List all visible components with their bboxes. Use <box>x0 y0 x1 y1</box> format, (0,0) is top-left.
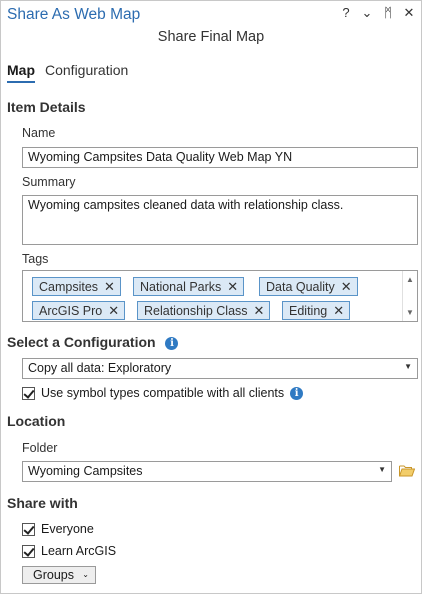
everyone-checkbox[interactable] <box>22 522 35 536</box>
pane-titlebar: Share As Web Map ? ⌄ ᛗ ✕ <box>1 1 421 29</box>
options-chevron-icon[interactable]: ⌄ <box>361 5 373 21</box>
configuration-value: Copy all data: Exploratory <box>28 361 172 375</box>
folder-icon[interactable] <box>399 464 415 477</box>
folder-dropdown[interactable]: Wyoming Campsites ▼ <box>22 461 392 482</box>
tags-field[interactable]: Campsites ✕ National Parks ✕ Data Quality ✕… <box>22 270 418 322</box>
tag-chip: ArcGIS Pro ✕ <box>32 301 126 320</box>
close-icon[interactable]: ✕ <box>341 279 352 295</box>
tab-bar: Map Configuration <box>7 62 128 83</box>
tag-chip: Data Quality ✕ <box>259 277 358 296</box>
help-icon[interactable]: ? <box>340 5 352 21</box>
close-icon[interactable]: ✕ <box>108 303 119 319</box>
share-org-option[interactable]: Learn ArcGIS <box>22 544 116 558</box>
org-checkbox[interactable] <box>22 544 35 558</box>
pin-icon[interactable]: ᛗ <box>382 5 394 21</box>
tag-label: ArcGIS Pro <box>39 304 103 318</box>
share-web-map-pane: Share As Web Map ? ⌄ ᛗ ✕ Share Final Map… <box>0 0 422 594</box>
folder-value: Wyoming Campsites <box>28 464 143 478</box>
close-icon[interactable]: ✕ <box>104 279 115 295</box>
folder-label: Folder <box>22 441 58 455</box>
tag-label: Data Quality <box>266 280 335 294</box>
info-icon[interactable]: i <box>290 386 304 400</box>
configuration-dropdown[interactable]: Copy all data: Exploratory ▼ <box>22 358 418 379</box>
symbol-types-label: Use symbol types compatible with all cli… <box>41 386 285 400</box>
summary-field[interactable]: Wyoming campsites cleaned data with rela… <box>22 195 418 245</box>
name-field[interactable]: Wyoming Campsites Data Quality Web Map Y… <box>22 147 418 168</box>
pane-title: Share As Web Map <box>7 6 141 23</box>
tag-label: Campsites <box>39 280 99 294</box>
org-label: Learn ArcGIS <box>41 544 117 558</box>
name-label: Name <box>22 126 56 140</box>
tag-label: Relationship Class <box>144 304 248 318</box>
item-details-heading: Item Details <box>7 99 86 115</box>
tag-label: Editing <box>289 304 328 318</box>
tag-chip: Editing ✕ <box>282 301 351 320</box>
groups-dropdown-button[interactable]: Groups ⌄ <box>22 566 96 584</box>
configuration-heading: Select a Configuration i <box>7 334 179 350</box>
scroll-down-icon[interactable]: ▼ <box>406 308 414 317</box>
symbol-types-option[interactable]: Use symbol types compatible with all cli… <box>22 386 304 400</box>
tag-label: National Parks <box>140 280 222 294</box>
share-with-heading: Share with <box>7 495 78 511</box>
pane-controls: ? ⌄ ᛗ ✕ <box>340 5 415 21</box>
everyone-label: Everyone <box>41 522 94 536</box>
close-icon[interactable]: ✕ <box>403 5 415 21</box>
close-icon[interactable]: ✕ <box>333 303 344 319</box>
chevron-down-icon: ⌄ <box>82 570 89 579</box>
scroll-up-icon[interactable]: ▲ <box>406 275 414 284</box>
close-icon[interactable]: ✕ <box>254 303 265 319</box>
tags-scrollbar[interactable]: ▲ ▼ <box>402 271 417 321</box>
configuration-heading-label: Select a Configuration <box>7 334 156 350</box>
chevron-down-icon: ▼ <box>404 362 412 371</box>
groups-label: Groups <box>33 568 74 582</box>
info-icon[interactable]: i <box>165 337 179 350</box>
location-heading: Location <box>7 413 66 429</box>
tag-chip: Campsites ✕ <box>32 277 121 296</box>
tab-configuration[interactable]: Configuration <box>45 62 128 83</box>
tag-chip: Relationship Class ✕ <box>137 301 271 320</box>
tags-label: Tags <box>22 252 49 266</box>
symbol-types-checkbox[interactable] <box>22 386 35 400</box>
close-icon[interactable]: ✕ <box>227 279 238 295</box>
tag-chip: National Parks ✕ <box>133 277 245 296</box>
chevron-down-icon: ▼ <box>378 465 386 474</box>
pane-subtitle: Share Final Map <box>157 29 265 45</box>
share-everyone-option[interactable]: Everyone <box>22 522 94 536</box>
summary-label: Summary <box>22 175 76 189</box>
tab-map[interactable]: Map <box>7 62 35 83</box>
